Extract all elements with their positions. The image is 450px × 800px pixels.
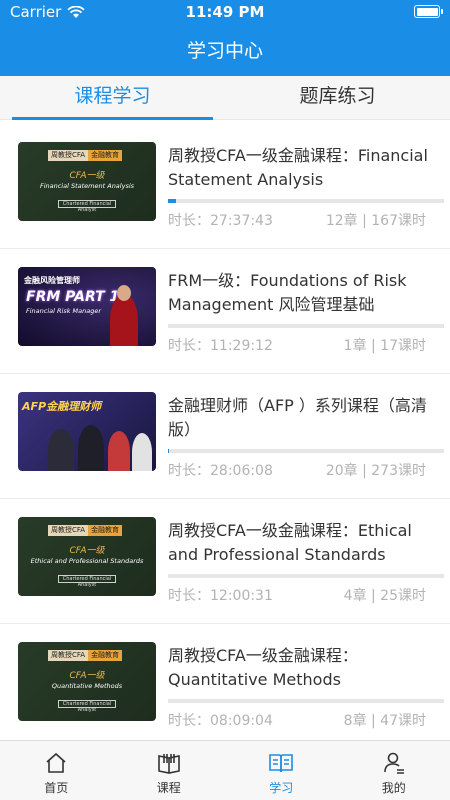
- course-count: 8章 | 47课时: [343, 713, 426, 729]
- course-duration: 时长：08:09:04: [168, 713, 273, 729]
- progress-bar: [168, 324, 444, 328]
- course-item[interactable]: AFP金融理财师 金融理财师（AFP ）系列课程（高清版） 时长：28:06:0…: [0, 374, 450, 499]
- thumbnail-subtitle: Ethical and Professional Standards: [30, 557, 144, 565]
- thumbnail-level: CFA一级: [69, 171, 105, 181]
- thumbnail-footer: Chartered Financial Analyst: [58, 200, 116, 213]
- progress-bar: [168, 574, 444, 578]
- profile-icon: [383, 752, 404, 774]
- thumbnail-subtitle: Financial Statement Analysis: [39, 182, 135, 190]
- thumbnail-tag-b: 金融教育: [88, 150, 123, 161]
- course-item[interactable]: 周教授CFA 金融教育 CFA一级 Financial Statement An…: [0, 124, 450, 249]
- thumbnail-level: CFA一级: [69, 671, 105, 681]
- thumbnail-tag: 周教授CFA 金融教育: [48, 150, 123, 161]
- thumbnail-tag-a: 周教授CFA: [48, 150, 89, 161]
- status-time: 11:49 PM: [185, 3, 265, 21]
- course-list: 周教授CFA 金融教育 CFA一级 Financial Statement An…: [0, 124, 450, 749]
- thumbnail-tag: 周教授CFA 金融教育: [48, 650, 123, 661]
- course-title: 周教授CFA一级金融课程：Quantitative Methods: [168, 646, 358, 689]
- progress-bar: [168, 449, 444, 453]
- course-count: 4章 | 25课时: [343, 588, 426, 604]
- thumbnail-footer: Chartered Financial Analyst: [58, 700, 116, 713]
- presenter-figure: [110, 294, 138, 346]
- course-duration: 时长：11:29:12: [168, 338, 273, 354]
- course-duration: 时长：12:00:31: [168, 588, 273, 604]
- tabbar-item-profile[interactable]: 我的: [338, 741, 450, 800]
- thumbnail-tag: 周教授CFA 金融教育: [48, 525, 123, 536]
- book-icon: [157, 754, 180, 774]
- thumbnail-tag-b: 金融教育: [88, 525, 123, 536]
- course-count: 1章 | 17课时: [343, 338, 426, 354]
- progress-fill: [168, 199, 177, 203]
- progress-fill: [168, 449, 170, 453]
- thumbnail-tag-b: 金融教育: [88, 650, 123, 661]
- thumbnail-subtitle: Financial Risk Manager: [26, 307, 102, 315]
- app-header: Carrier 11:49 PM 学习中心: [0, 0, 450, 76]
- thumbnail-tag-a: 周教授CFA: [48, 650, 89, 661]
- tabbar-label: 我的: [381, 781, 406, 795]
- bottom-tab-bar: 首页 课程 学习 我的: [0, 740, 450, 800]
- course-duration: 时长：27:37:43: [168, 213, 273, 229]
- status-bar: Carrier 11:49 PM: [0, 0, 450, 24]
- course-thumbnail: 周教授CFA 金融教育 CFA一级 Ethical and Profession…: [18, 517, 156, 596]
- thumbnail-footer: Chartered Financial Analyst: [58, 575, 116, 588]
- tabbar-item-home[interactable]: 首页: [0, 741, 113, 800]
- tabbar-label: 课程: [156, 781, 181, 795]
- thumbnail-tag-a: 周教授CFA: [48, 525, 89, 536]
- thumbnail-heading: FRM PART 1: [26, 289, 120, 305]
- tabbar-label: 学习: [269, 781, 294, 795]
- tabbar-item-study[interactable]: 学习: [225, 741, 338, 800]
- course-thumbnail: 周教授CFA 金融教育 CFA一级 Quantitative Methods C…: [18, 642, 156, 721]
- course-thumbnail: AFP金融理财师: [18, 392, 156, 471]
- tabbar-label: 首页: [44, 781, 69, 795]
- battery-icon: [414, 5, 443, 18]
- course-title: 周教授CFA一级金融课程：Financial Statement Analysi…: [168, 146, 428, 189]
- course-count: 12章 | 167课时: [325, 213, 426, 229]
- thumbnail-level: CFA一级: [69, 546, 105, 556]
- presenter-figure: [48, 429, 74, 471]
- home-icon: [46, 752, 66, 773]
- course-title: FRM一级：Foundations of Risk Management 风险管…: [168, 271, 407, 314]
- presenter-figure: [132, 433, 152, 471]
- page-title: 学习中心: [186, 40, 263, 62]
- presenter-figure: [108, 431, 130, 471]
- thumbnail-heading: AFP金融理财师: [22, 400, 102, 413]
- course-title: 金融理财师（AFP ）系列课程（高清版）: [168, 396, 427, 439]
- course-item[interactable]: 周教授CFA 金融教育 CFA一级 Ethical and Profession…: [0, 499, 450, 624]
- thumbnail-caption: 金融风险管理师: [24, 276, 80, 285]
- tab-question-bank[interactable]: 题库练习: [225, 76, 450, 120]
- thumbnail-subtitle: Quantitative Methods: [51, 682, 123, 690]
- course-item[interactable]: 金融风险管理师 FRM PART 1 Financial Risk Manage…: [0, 249, 450, 374]
- segment-tabs: 课程学习 题库练习: [0, 76, 450, 120]
- open-book-icon: [269, 754, 294, 773]
- course-thumbnail: 周教授CFA 金融教育 CFA一级 Financial Statement An…: [18, 142, 156, 221]
- course-title: 周教授CFA一级金融课程：Ethical and Professional St…: [168, 521, 412, 564]
- course-duration: 时长：28:06:08: [168, 463, 273, 479]
- course-item[interactable]: 周教授CFA 金融教育 CFA一级 Quantitative Methods C…: [0, 624, 450, 749]
- progress-bar: [168, 699, 444, 703]
- presenter-figure: [78, 425, 104, 471]
- presenter-head: [117, 285, 131, 301]
- course-thumbnail: 金融风险管理师 FRM PART 1 Financial Risk Manage…: [18, 267, 156, 346]
- tabbar-item-courses[interactable]: 课程: [113, 741, 226, 800]
- course-count: 20章 | 273课时: [325, 463, 426, 479]
- tab-course-study[interactable]: 课程学习: [0, 76, 225, 120]
- progress-bar: [168, 199, 444, 203]
